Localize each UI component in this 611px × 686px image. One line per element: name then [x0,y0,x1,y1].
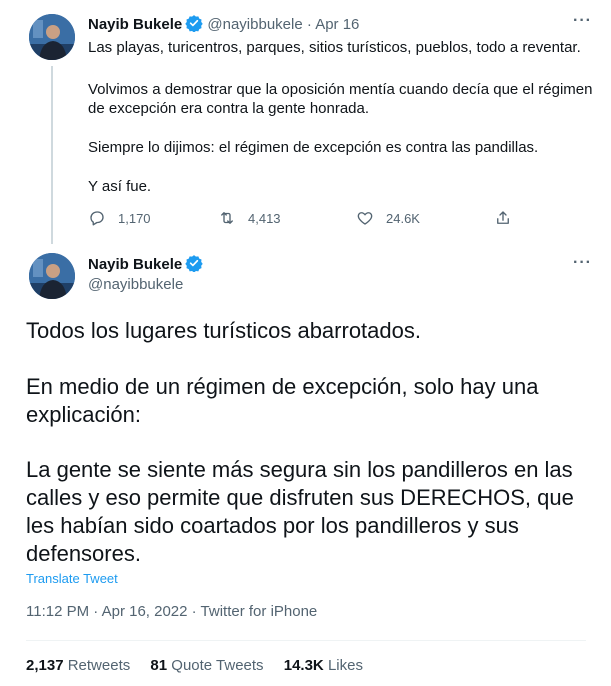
verified-badge-icon [185,254,203,273]
retweets-stat[interactable]: 2,137 Retweets [26,657,146,674]
author-name[interactable]: Nayib Bukele [88,16,182,33]
tweet-text-line: calles y eso permite que disfruten sus D… [26,485,574,510]
tweet-text-line: Siempre lo dijimos: el régimen de excepc… [88,139,539,156]
author-name[interactable]: Nayib Bukele [88,256,182,273]
tweet-timestamp[interactable]: 11:12 PM · Apr 16, 2022 · Twitter for iP… [26,603,317,620]
like-count: 24.6K [386,210,420,226]
reply-count: 1,170 [118,210,151,226]
tweet-date[interactable]: Apr 16 [315,16,359,33]
quote-tweets-label: Quote Tweets [171,657,264,674]
tweet-text-line: defensores. [26,541,141,566]
like-icon [357,212,373,225]
translate-tweet-link[interactable]: Translate Tweet [26,571,118,586]
divider [26,640,586,641]
thread-line [51,66,53,244]
reply-button[interactable]: 1,170 [88,209,151,227]
more-icon[interactable]: ··· [573,12,592,30]
likes-stat[interactable]: 14.3K Likes [284,657,379,674]
author-name-row: Nayib Bukele [88,254,203,275]
share-button[interactable] [494,209,524,227]
like-button[interactable]: 24.6K [356,209,420,227]
share-icon [497,211,509,224]
tweet-text-line: En medio de un régimen de excepción, sol… [26,374,539,399]
tweet-text-line: Las playas, turicentros, parques, sitios… [88,39,581,56]
retweets-count: 2,137 [26,657,64,674]
tweet-header: Nayib Bukele @nayibbukele · Apr 16 [88,14,359,35]
tweet-text-line: de excepción era contra la gente honrada… [88,100,370,117]
reply-icon [90,211,104,226]
retweet-icon [221,212,233,224]
retweet-count: 4,413 [248,210,281,226]
tweet-text-line: La gente se siente más segura sin los pa… [26,457,573,482]
tweet-text-line: les habían sido coartados por los pandil… [26,513,519,538]
quote-tweets-stat[interactable]: 81 Quote Tweets [150,657,279,674]
author-handle[interactable]: @nayibbukele [207,16,302,33]
verified-badge-icon [185,14,203,33]
engagement-stats: 2,137 Retweets 81 Quote Tweets 14.3K Lik… [26,657,379,674]
likes-label: Likes [327,657,363,674]
avatar[interactable] [29,253,75,299]
tweet-text-line: Y así fue. [88,178,152,195]
author-handle[interactable]: @nayibbukele [88,275,183,295]
likes-count: 14.3K [283,657,324,674]
quote-tweets-count: 81 [150,657,168,674]
tweet-text-line: Todos los lugares turísticos abarrotados… [26,318,421,343]
avatar[interactable] [29,14,75,60]
dot-separator: · [306,16,316,33]
retweet-button[interactable]: 4,413 [218,209,281,227]
retweets-label: Retweets [67,657,131,674]
tweet-text-line: explicación: [26,402,141,427]
tweet-text-line: Volvimos a demostrar que la oposición me… [88,81,593,98]
more-icon[interactable]: ··· [573,254,592,272]
